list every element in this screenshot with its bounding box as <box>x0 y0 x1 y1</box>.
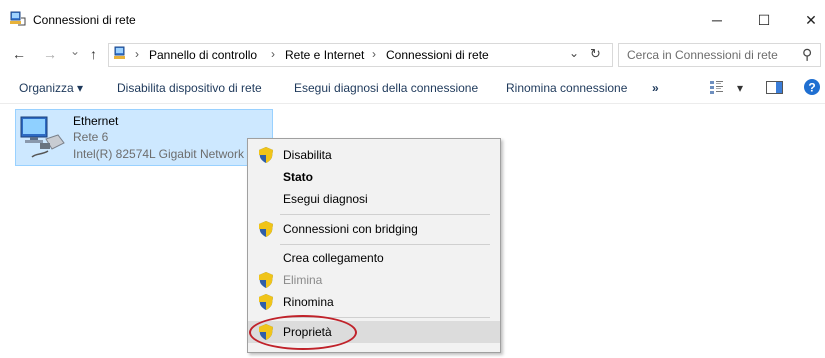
minimize-button[interactable]: ─ <box>694 6 740 34</box>
menu-item-disabilita[interactable]: Disabilita <box>248 144 500 166</box>
help-icon[interactable]: ? <box>804 79 820 95</box>
connection-name: Ethernet <box>73 114 119 128</box>
back-arrow-icon[interactable]: ← <box>12 46 26 62</box>
menu-item-connessioni-bridging[interactable]: Connessioni con bridging <box>248 218 500 240</box>
help-glyph: ? <box>808 81 815 95</box>
menu-item-stato[interactable]: Stato <box>248 166 500 188</box>
menu-item-label: Stato <box>283 170 313 184</box>
connection-network: Rete 6 <box>73 130 109 144</box>
window-title: Connessioni di rete <box>33 13 136 27</box>
menu-item-crea-collegamento[interactable]: Crea collegamento <box>248 247 500 269</box>
menu-item-label: Crea collegamento <box>283 251 384 265</box>
refresh-icon[interactable]: ↻ <box>590 46 601 62</box>
organize-menu-button[interactable]: Organizza ▾ <box>19 81 83 95</box>
toolbar-overflow-button[interactable]: » <box>652 81 659 95</box>
breadcrumb-separator: › <box>372 47 376 61</box>
uac-shield-icon <box>259 294 273 310</box>
uac-shield-icon <box>259 272 273 288</box>
breadcrumb-network-connections[interactable]: Connessioni di rete <box>386 48 489 62</box>
breadcrumb-separator: › <box>271 47 275 61</box>
change-view-icon[interactable] <box>709 80 725 95</box>
preview-pane-icon[interactable] <box>766 81 783 94</box>
network-connections-icon <box>10 11 26 26</box>
maximize-button[interactable]: ☐ <box>741 6 787 34</box>
uac-shield-icon <box>259 221 273 237</box>
uac-shield-icon <box>259 147 273 163</box>
breadcrumb-separator: › <box>135 47 139 61</box>
recent-locations-icon[interactable]: ⌄ <box>70 44 80 58</box>
ethernet-adapter-icon <box>20 116 65 158</box>
menu-item-rinomina[interactable]: Rinomina <box>248 291 500 313</box>
menu-item-label: Disabilita <box>283 148 332 162</box>
menu-item-esegui-diagnosi[interactable]: Esegui diagnosi <box>248 188 500 210</box>
address-bar[interactable]: › Pannello di controllo › Rete e Interne… <box>108 43 613 67</box>
search-placeholder: Cerca in Connessioni di rete <box>627 48 778 62</box>
menu-separator <box>280 244 490 245</box>
disable-device-button[interactable]: Disabilita dispositivo di rete <box>117 81 262 95</box>
forward-arrow-icon[interactable]: → <box>43 46 57 62</box>
highlight-ellipse <box>249 315 357 350</box>
address-dropdown-icon[interactable]: ⌄ <box>569 46 579 60</box>
close-button[interactable]: ✕ <box>788 6 825 34</box>
search-icon[interactable]: ⚲ <box>802 46 812 63</box>
diagnose-connection-button[interactable]: Esegui diagnosi della connessione <box>294 81 478 95</box>
menu-item-label: Connessioni con bridging <box>283 222 418 236</box>
breadcrumb-network-internet[interactable]: Rete e Internet <box>285 48 364 62</box>
rename-connection-button[interactable]: Rinomina connessione <box>506 81 627 95</box>
menu-item-label: Rinomina <box>283 295 334 309</box>
up-arrow-icon[interactable]: ↑ <box>90 46 97 62</box>
search-input[interactable]: Cerca in Connessioni di rete ⚲ <box>618 43 821 67</box>
menu-separator <box>280 214 490 215</box>
breadcrumb-control-panel[interactable]: Pannello di controllo <box>149 48 257 62</box>
ethernet-connection-item[interactable]: Ethernet Rete 6 Intel(R) 82574L Gigabit … <box>15 109 273 166</box>
connection-adapter: Intel(R) 82574L Gigabit Network <box>73 147 244 161</box>
menu-item-label: Esegui diagnosi <box>283 192 368 206</box>
menu-item-elimina[interactable]: Elimina <box>248 269 500 291</box>
control-panel-icon <box>114 46 125 59</box>
view-dropdown-icon[interactable]: ▾ <box>737 81 743 95</box>
menu-item-label: Elimina <box>283 273 323 287</box>
